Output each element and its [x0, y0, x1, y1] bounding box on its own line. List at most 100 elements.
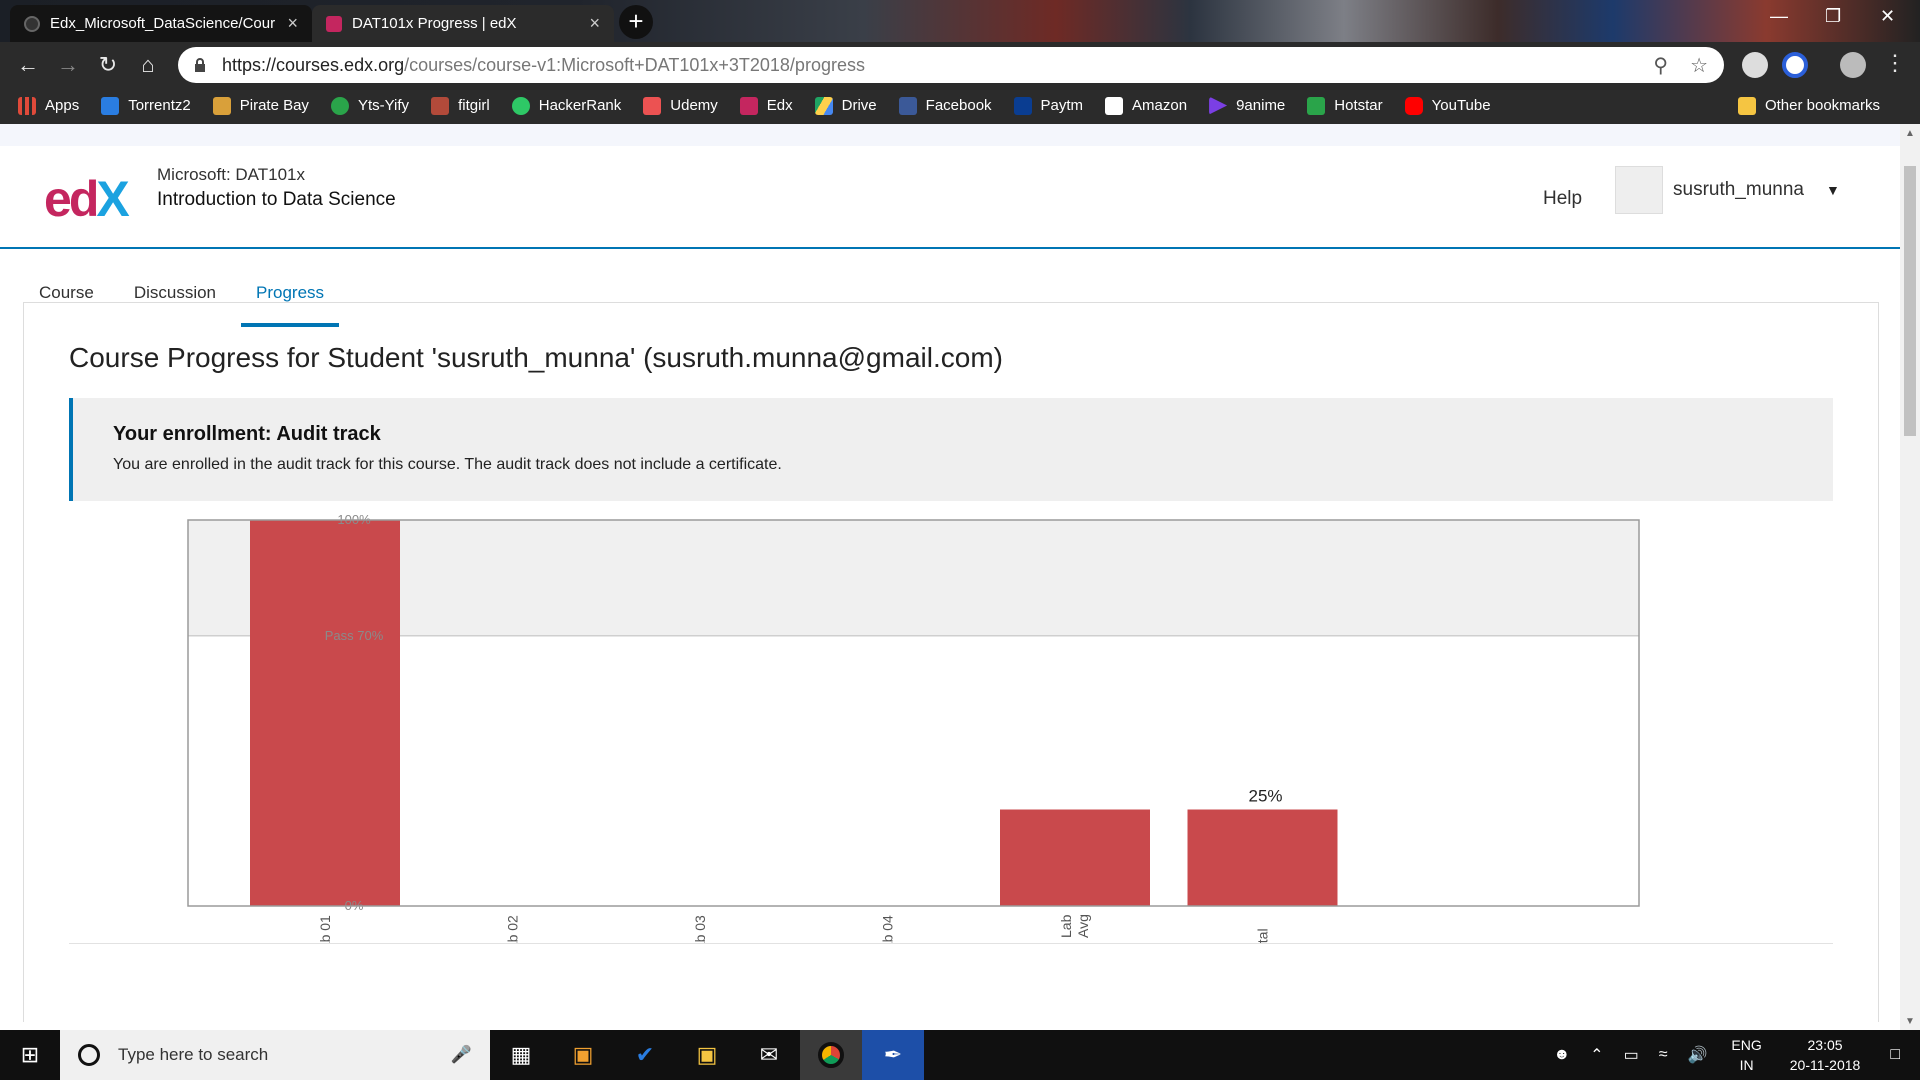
maximize-icon[interactable]: ❐: [1825, 6, 1841, 27]
address-bar[interactable]: https://courses.edx.org/courses/course-v…: [178, 47, 1724, 83]
zoom-icon[interactable]: ⚲: [1653, 53, 1668, 78]
wifi-icon[interactable]: ≈: [1659, 1046, 1668, 1064]
page-scrollbar[interactable]: ▲ ▼: [1900, 124, 1920, 1030]
language-indicator[interactable]: ENG IN: [1731, 1035, 1761, 1075]
volume-icon[interactable]: 🔊: [1687, 1045, 1707, 1065]
browser-tab-edx[interactable]: DAT101x Progress | edX ×: [312, 5, 614, 42]
url-text[interactable]: https://courses.edx.org/courses/course-v…: [222, 55, 1631, 76]
notice-strip: [0, 124, 1900, 146]
edx-favicon-icon: [326, 15, 342, 32]
app-pen-icon[interactable]: ✒: [862, 1030, 924, 1080]
bookmark-hackerrank[interactable]: HackerRank: [511, 96, 621, 115]
hackerrank-icon: [511, 96, 530, 115]
folder-icon: [1737, 96, 1756, 115]
file-explorer-icon[interactable]: ▣: [676, 1030, 738, 1080]
scroll-up-icon[interactable]: ▲: [1905, 128, 1915, 139]
pass-region: [188, 520, 1639, 636]
torrentz-icon: [101, 96, 120, 115]
bookmark-hotstar[interactable]: Hotstar: [1307, 96, 1383, 115]
grade-chart: Lab 01Lab 02Lab 03Lab 04LabAvgTotal25%10…: [187, 512, 1640, 943]
drive-icon: [814, 96, 833, 115]
bookmarks-bar: Apps Torrentz2 Pirate Bay Yts-Yify fitgi…: [0, 87, 1920, 124]
yts-icon: [330, 96, 349, 115]
browser-tab-strip: Edx_Microsoft_DataScience/Cour × DAT101x…: [0, 0, 1920, 42]
new-tab-button[interactable]: +: [619, 5, 653, 39]
windows-start-icon[interactable]: ⊞: [0, 1030, 60, 1080]
bookmark-youtube[interactable]: YouTube: [1404, 96, 1491, 115]
menu-kebab-icon[interactable]: ⋮: [1875, 50, 1915, 76]
page-title: Course Progress for Student 'susruth_mun…: [69, 342, 1003, 373]
facebook-icon: [898, 96, 917, 115]
scroll-thumb[interactable]: [1904, 166, 1916, 436]
bookmark-yts[interactable]: Yts-Yify: [330, 96, 409, 115]
x-tick-label: Lab 03: [692, 915, 708, 943]
back-icon[interactable]: ←: [8, 52, 48, 78]
play-icon: [1209, 96, 1228, 115]
bookmark-amazon[interactable]: Amazon: [1105, 96, 1187, 115]
bookmark-paytm[interactable]: Paytm: [1013, 96, 1083, 115]
home-icon[interactable]: ⌂: [128, 52, 168, 78]
enrollment-banner: Your enrollment: Audit track You are enr…: [69, 398, 1833, 501]
chevron-down-icon[interactable]: ▼: [1826, 182, 1840, 198]
scroll-down-icon[interactable]: ▼: [1905, 1016, 1915, 1027]
x-tick-label: Total: [1255, 928, 1271, 943]
bookmark-drive[interactable]: Drive: [814, 96, 877, 115]
bookmark-edx[interactable]: Edx: [739, 96, 793, 115]
cortana-icon: [78, 1044, 100, 1066]
lock-icon: [195, 58, 205, 72]
paytm-icon: [1013, 96, 1032, 115]
bookmark-facebook[interactable]: Facebook: [898, 96, 992, 115]
store-icon[interactable]: ▣: [552, 1030, 614, 1080]
y-tick-label: Pass 70%: [325, 628, 384, 643]
user-menu[interactable]: susruth_munna ▼: [1615, 166, 1840, 214]
forward-icon[interactable]: →: [48, 52, 88, 78]
chart-bar: [250, 520, 400, 906]
bookmark-pirate-bay[interactable]: Pirate Bay: [212, 96, 309, 115]
course-header: edX Microsoft: DAT101x Introduction to D…: [0, 146, 1900, 249]
edx-icon: [739, 96, 758, 115]
apps-grid-icon: [18, 96, 36, 115]
todo-check-icon[interactable]: ✔: [614, 1030, 676, 1080]
battery-icon[interactable]: ▭: [1624, 1045, 1639, 1065]
fitgirl-icon: [431, 96, 450, 115]
shield-extension-icon[interactable]: [1742, 52, 1768, 78]
bookmark-udemy[interactable]: Udemy: [643, 96, 718, 115]
amazon-icon: [1105, 96, 1124, 115]
microphone-icon[interactable]: 🎤: [451, 1045, 472, 1065]
data-label: 25%: [1248, 787, 1282, 806]
profile-avatar-icon[interactable]: [1840, 52, 1866, 78]
people-icon[interactable]: ☻: [1553, 1046, 1570, 1064]
bookmark-torrentz2[interactable]: Torrentz2: [101, 96, 191, 115]
edx-page: edX Microsoft: DAT101x Introduction to D…: [0, 124, 1900, 1030]
bookmark-9anime[interactable]: 9anime: [1209, 96, 1285, 115]
edx-logo[interactable]: edX: [44, 170, 130, 228]
bookmark-other[interactable]: Other bookmarks: [1737, 87, 1880, 124]
chart-bar: [1000, 809, 1150, 906]
notifications-icon[interactable]: □: [1890, 1046, 1900, 1064]
hotstar-icon: [1307, 96, 1326, 115]
chevron-up-icon[interactable]: ⌃: [1590, 1045, 1603, 1065]
help-link[interactable]: Help: [1543, 188, 1582, 210]
bookmark-fitgirl[interactable]: fitgirl: [431, 96, 490, 115]
udemy-icon: [643, 96, 662, 115]
course-name: Introduction to Data Science: [157, 189, 396, 210]
close-tab-icon[interactable]: ×: [589, 13, 600, 34]
chart-bar: [1187, 809, 1338, 906]
progress-panel: Course Progress for Student 'susruth_mun…: [23, 302, 1879, 1022]
enrollment-heading: Your enrollment: Audit track: [113, 423, 381, 445]
task-view-icon[interactable]: ▦: [490, 1030, 552, 1080]
reload-icon[interactable]: ↻: [88, 52, 128, 78]
chrome-icon[interactable]: [800, 1030, 862, 1080]
clock[interactable]: 23:05 20-11-2018: [1790, 1035, 1861, 1075]
youtube-icon: [1404, 96, 1423, 115]
close-window-icon[interactable]: ✕: [1880, 6, 1895, 27]
mail-icon[interactable]: ✉: [738, 1030, 800, 1080]
minimize-icon[interactable]: —: [1770, 6, 1788, 27]
close-tab-icon[interactable]: ×: [287, 13, 298, 34]
bookmark-apps[interactable]: Apps: [18, 96, 79, 115]
taskbar-search[interactable]: Type here to search 🎤: [60, 1030, 490, 1080]
username: susruth_munna: [1673, 179, 1804, 200]
bookmark-star-icon[interactable]: ☆: [1690, 53, 1708, 78]
block-extension-icon[interactable]: [1782, 52, 1808, 78]
browser-tab-github[interactable]: Edx_Microsoft_DataScience/Cour ×: [10, 5, 312, 42]
